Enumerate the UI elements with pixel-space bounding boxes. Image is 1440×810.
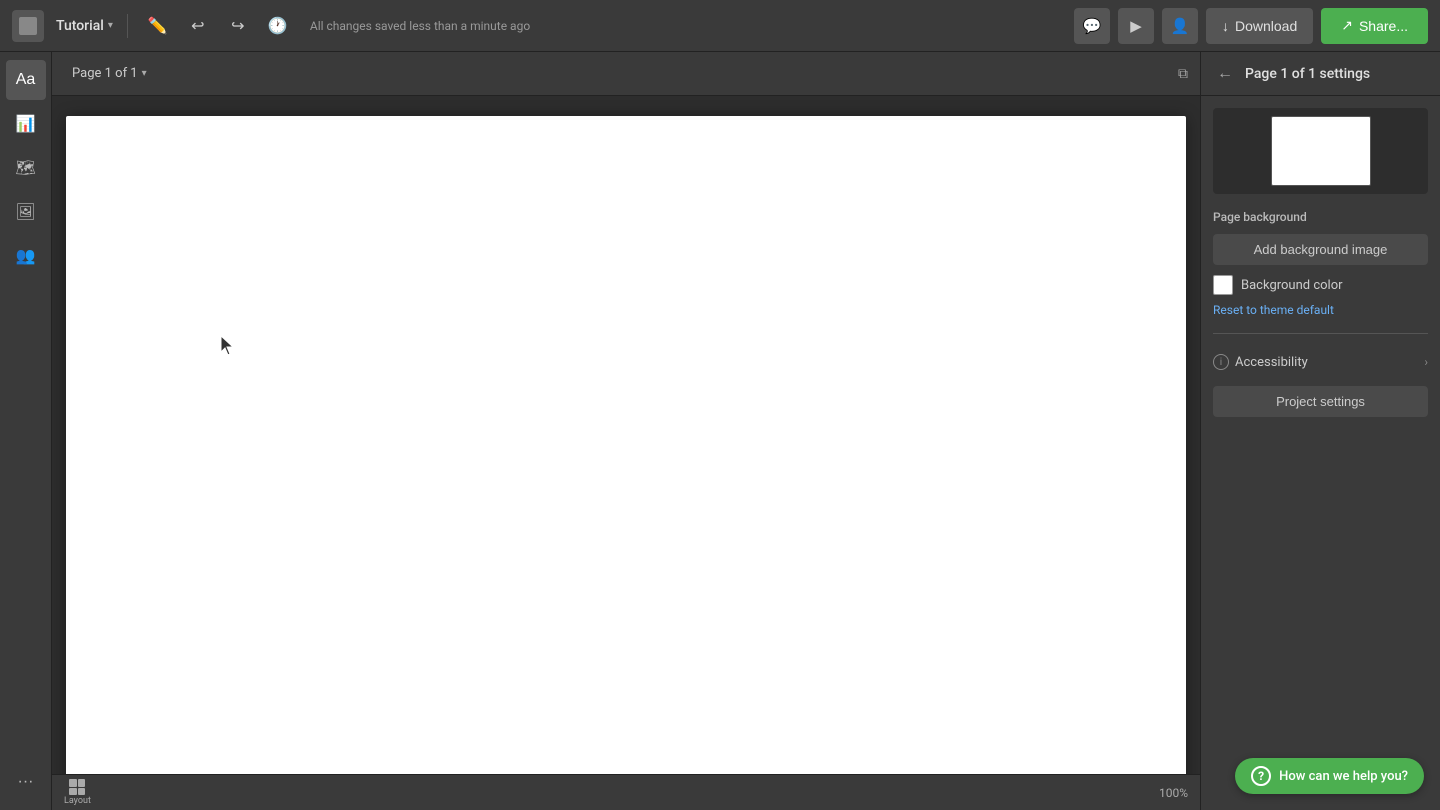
page-indicator[interactable]: Page 1 of 1 ▾	[64, 62, 155, 85]
panel-title: Page 1 of 1 settings	[1245, 66, 1370, 82]
layout-button[interactable]: Layout	[64, 779, 91, 806]
page-indicator-chevron: ▾	[142, 68, 147, 79]
help-bubble[interactable]: ? How can we help you?	[1235, 758, 1424, 794]
page-background-label: Page background	[1213, 210, 1428, 224]
comment-button[interactable]: 💬	[1074, 8, 1110, 44]
help-bubble-text: How can we help you?	[1279, 769, 1408, 784]
sidebar-item-charts[interactable]: 📊	[6, 104, 46, 144]
info-icon: i	[1213, 354, 1229, 370]
cursor-indicator	[221, 336, 237, 356]
page-preview-container	[1213, 108, 1428, 194]
project-name-button[interactable]: Tutorial ▾	[56, 18, 113, 34]
page-indicator-text: Page 1 of 1	[72, 66, 138, 81]
right-panel-body: Page background Add background image Bac…	[1201, 96, 1440, 810]
toolbar-right-actions: 💬 ▶ 👤 ↓ Download ↗ Share...	[1074, 8, 1428, 44]
history-button[interactable]: 🕐	[262, 10, 294, 42]
layout-label: Layout	[64, 796, 91, 806]
background-color-swatch[interactable]	[1213, 275, 1233, 295]
page-preview-thumbnail	[1271, 116, 1371, 186]
background-color-row: Background color	[1213, 275, 1428, 295]
add-background-image-button[interactable]: Add background image	[1213, 234, 1428, 265]
project-settings-label: Project settings	[1276, 394, 1365, 409]
image-icon: 🖼	[15, 202, 35, 222]
project-settings-button[interactable]: Project settings	[1213, 386, 1428, 417]
back-button[interactable]: ←	[1213, 61, 1237, 87]
back-arrow-icon: ←	[1217, 65, 1233, 82]
autosave-status: All changes saved less than a minute ago	[310, 19, 530, 33]
sidebar-item-maps[interactable]: 🗺	[6, 148, 46, 188]
redo-button[interactable]: ↪	[222, 10, 254, 42]
download-button[interactable]: ↓ Download	[1206, 8, 1313, 44]
download-icon: ↓	[1222, 18, 1229, 34]
accordion-chevron-icon: ›	[1424, 355, 1428, 369]
add-bg-label: Add background image	[1254, 242, 1388, 257]
share-icon: ↗	[1341, 17, 1353, 34]
toolbar-divider-1	[127, 14, 128, 38]
present-button[interactable]: ▶	[1118, 8, 1154, 44]
sidebar-item-text[interactable]: Aa	[6, 60, 46, 100]
sidebar-item-team[interactable]: 👥	[6, 236, 46, 276]
chevron-down-icon: ▾	[108, 20, 113, 31]
zoom-level-text: 100%	[1159, 786, 1188, 800]
team-icon: 👥	[16, 246, 36, 266]
left-sidebar: Aa 📊 🗺 🖼 👥 ···	[0, 52, 52, 810]
canvas-area: Page 1 of 1 ▾ ⧉	[52, 52, 1200, 810]
download-label: Download	[1235, 18, 1297, 34]
accessibility-row-left: i Accessibility	[1213, 354, 1308, 370]
bottom-bar: Layout 100%	[52, 774, 1200, 810]
accessibility-accordion[interactable]: i Accessibility ›	[1213, 346, 1428, 378]
chart-icon: 📊	[16, 114, 36, 134]
more-icon: ···	[18, 773, 34, 791]
sidebar-item-more[interactable]: ···	[6, 762, 46, 802]
canvas-page[interactable]	[66, 116, 1186, 774]
right-panel-header: ← Page 1 of 1 settings	[1201, 52, 1440, 96]
share-button[interactable]: ↗ Share...	[1321, 8, 1428, 44]
app-logo[interactable]	[12, 10, 44, 42]
project-name-text: Tutorial	[56, 18, 104, 34]
edit-tool-button[interactable]: ✏️	[142, 10, 174, 42]
canvas-scroll-area[interactable]	[52, 96, 1200, 774]
background-color-label: Background color	[1241, 278, 1343, 293]
reset-theme-link[interactable]: Reset to theme default	[1213, 303, 1428, 317]
top-toolbar: Tutorial ▾ ✏️ ↩ ↪ 🕐 All changes saved le…	[0, 0, 1440, 52]
help-bubble-icon: ?	[1251, 766, 1271, 786]
collaborate-button[interactable]: 👤	[1162, 8, 1198, 44]
text-tool-icon: Aa	[16, 71, 36, 89]
main-area: Aa 📊 🗺 🖼 👥 ··· Page 1 of 1 ▾ ⧉	[0, 52, 1440, 810]
right-panel: ← Page 1 of 1 settings Page background A…	[1200, 52, 1440, 810]
share-label: Share...	[1359, 18, 1408, 34]
undo-button[interactable]: ↩	[182, 10, 214, 42]
copy-page-icon[interactable]: ⧉	[1178, 66, 1188, 82]
sidebar-item-images[interactable]: 🖼	[6, 192, 46, 232]
canvas-toolbar: Page 1 of 1 ▾ ⧉	[52, 52, 1200, 96]
layout-grid-icon	[69, 779, 85, 795]
section-divider	[1213, 333, 1428, 334]
map-icon: 🗺	[15, 158, 35, 178]
accessibility-label: Accessibility	[1235, 355, 1308, 370]
